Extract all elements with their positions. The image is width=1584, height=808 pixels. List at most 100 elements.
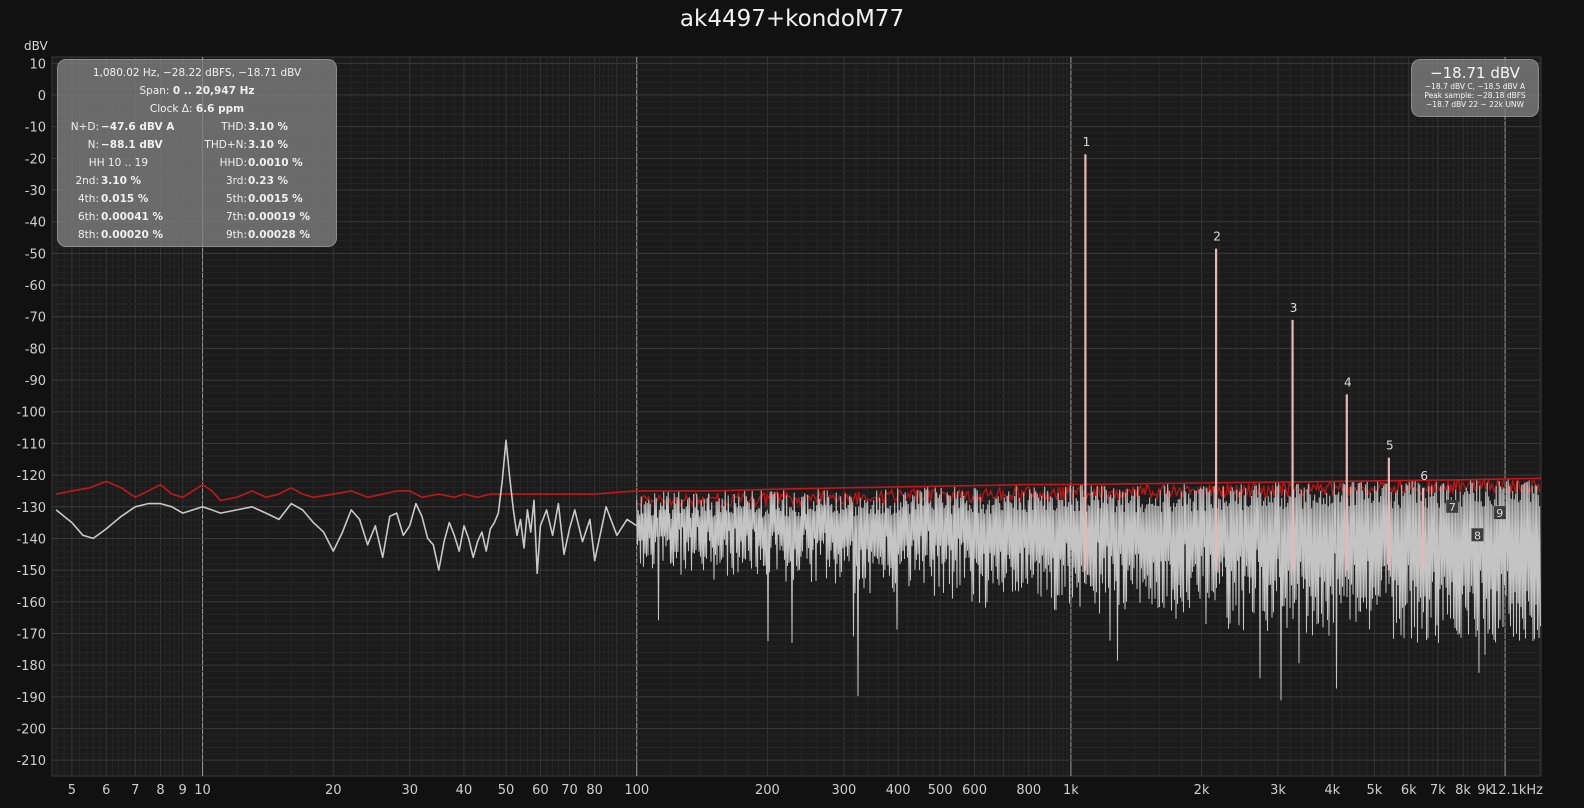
x-tick-label: 6 [102, 783, 110, 798]
y-tick-label: 10 [29, 57, 46, 72]
y-tick-label: -140 [16, 532, 46, 547]
span-label: Span: [139, 85, 170, 97]
peak-label: 4 [1344, 375, 1352, 389]
level-meter[interactable]: −18.71 dBV −18.7 dBV C, −18.5 dBV A Peak… [1411, 59, 1539, 117]
x-tick-label: 80 [586, 783, 603, 798]
y-tick-label: -30 [25, 184, 46, 199]
x-tick-label: 12.1kHz [1490, 783, 1543, 798]
level-weighted: −18.7 dBV C, −18.5 dBV A [1424, 82, 1526, 91]
n-thdn-row: N: −88.1 dBV THD+N: 3.10 % [58, 136, 336, 154]
x-tick-label: 7k [1430, 783, 1446, 798]
x-tick-label: 8 [156, 783, 164, 798]
n-label: N: [87, 139, 99, 151]
x-tick-label: 400 [886, 783, 911, 798]
x-tick-label: 7 [131, 783, 139, 798]
hh-row: HH 10 .. 19 HHD: 0.0010 % [58, 154, 336, 172]
clock-label: Clock Δ: [149, 103, 193, 115]
harmonic-label: 8th: [78, 229, 99, 241]
y-tick-label: -110 [16, 437, 46, 452]
x-tick-label: 200 [755, 783, 780, 798]
x-axis: 5 6 7 8 9 10 20 30 40 50 60 70 80 100 200 300 400 500 600 8… [68, 783, 1543, 798]
x-tick-label: 9 [179, 783, 187, 798]
x-tick-label: 5k [1366, 783, 1382, 798]
y-tick-label: -60 [25, 279, 46, 294]
y-axis-label: dBV [24, 39, 48, 53]
x-tick-label: 50 [498, 783, 515, 798]
x-tick-label: 1k [1063, 783, 1079, 798]
peak-label: 2 [1213, 230, 1221, 244]
thdn-value: 3.10 % [248, 139, 289, 151]
measurement-panel[interactable]: 1,080.02 Hz, −28.22 dBFS, −18.71 dBV Spa… [57, 59, 337, 247]
y-tick-label: -130 [16, 501, 46, 516]
harmonic-value: 0.015 % [101, 193, 149, 205]
harmonic-row: 4th: 0.015 % 5th: 0.0015 % [58, 190, 336, 208]
span-readout: Span: 0 .. 20,947 Hz [58, 82, 336, 100]
x-tick-label: 40 [456, 783, 473, 798]
nd-thd-row: N+D: −47.6 dBV A THD: 3.10 % [58, 118, 336, 136]
hhd-value: 0.0010 % [248, 157, 303, 169]
harmonic-row: 6th: 0.00041 % 7th: 0.00019 % [58, 208, 336, 226]
harmonic-value: 0.0015 % [248, 193, 303, 205]
x-tick-label: 4k [1324, 783, 1340, 798]
x-tick-label: 60 [532, 783, 549, 798]
x-tick-label: 70 [561, 783, 578, 798]
thd-label: THD: [221, 121, 247, 133]
hhd-label: HHD: [219, 157, 247, 169]
y-tick-label: -90 [25, 374, 46, 389]
peak-label: 9 [1496, 507, 1503, 520]
x-tick-label: 600 [962, 783, 987, 798]
level-peak-sample: Peak sample: −28.18 dBFS [1424, 91, 1526, 100]
peak-label: 1 [1083, 135, 1091, 149]
harmonic-value: 0.00019 % [248, 211, 311, 223]
level-value: −18.71 dBV [1430, 64, 1520, 82]
harmonic-value: 0.23 % [248, 175, 289, 187]
harmonic-value: 3.10 % [101, 175, 142, 187]
peak-label: 6 [1420, 469, 1428, 483]
peak-label: 3 [1290, 301, 1298, 315]
y-axis: 10 0 -10 -20 -30 -40 -50 -60 -70 -80 -90 -100 -110 -1… [16, 57, 46, 769]
harmonic-value: 0.00028 % [248, 229, 311, 241]
hh-label: HH 10 .. 19 [88, 157, 148, 169]
y-tick-label: -180 [16, 659, 46, 674]
peak-label: 7 [1449, 501, 1456, 514]
harmonic-label: 2nd: [75, 175, 99, 187]
y-tick-label: -120 [16, 469, 46, 484]
harmonic-label: 4th: [78, 193, 99, 205]
x-tick-label: 20 [325, 783, 342, 798]
x-tick-label: 10 [194, 783, 211, 798]
clock-readout: Clock Δ: 6.6 ppm [58, 100, 336, 118]
level-band: −18.7 dBV 22 − 22k UNW [1426, 100, 1524, 109]
x-tick-label: 800 [1016, 783, 1041, 798]
x-tick-label: 8k [1455, 783, 1471, 798]
x-tick-label: 2k [1194, 783, 1210, 798]
x-tick-label: 300 [831, 783, 856, 798]
harmonic-label: 6th: [78, 211, 99, 223]
analyzer-window: 10 0 -10 -20 -30 -40 -50 -60 -70 -80 -90 -100 -110 -1… [0, 0, 1584, 808]
nd-value: −47.6 dBV A [101, 121, 175, 133]
harmonic-row: 8th: 0.00020 % 9th: 0.00028 % [58, 226, 336, 244]
harmonic-row: 2nd: 3.10 % 3rd: 0.23 % [58, 172, 336, 190]
y-tick-label: -170 [16, 627, 46, 642]
peak-label: 5 [1386, 439, 1394, 453]
y-tick-label: -100 [16, 406, 46, 421]
harmonic-value: 0.00041 % [101, 211, 164, 223]
thdn-label: THD+N: [204, 139, 247, 151]
y-tick-label: -20 [25, 152, 46, 167]
peak-label: 8 [1474, 529, 1481, 542]
y-tick-label: -190 [16, 691, 46, 706]
y-tick-label: -70 [25, 311, 46, 326]
cursor-readout: 1,080.02 Hz, −28.22 dBFS, −18.71 dBV [92, 67, 302, 79]
y-tick-label: -50 [25, 247, 46, 262]
nd-label: N+D: [70, 121, 99, 133]
x-tick-label: 30 [401, 783, 418, 798]
x-tick-label: 500 [928, 783, 953, 798]
n-value: −88.1 dBV [101, 139, 163, 151]
x-tick-label: 3k [1270, 783, 1286, 798]
y-tick-label: -200 [16, 722, 46, 737]
harmonic-value: 0.00020 % [101, 229, 164, 241]
y-tick-label: -160 [16, 596, 46, 611]
y-tick-label: -210 [16, 754, 46, 769]
x-tick-label: 6k [1401, 783, 1417, 798]
x-tick-label: 5 [68, 783, 76, 798]
harmonic-label: 9th: [226, 229, 247, 241]
